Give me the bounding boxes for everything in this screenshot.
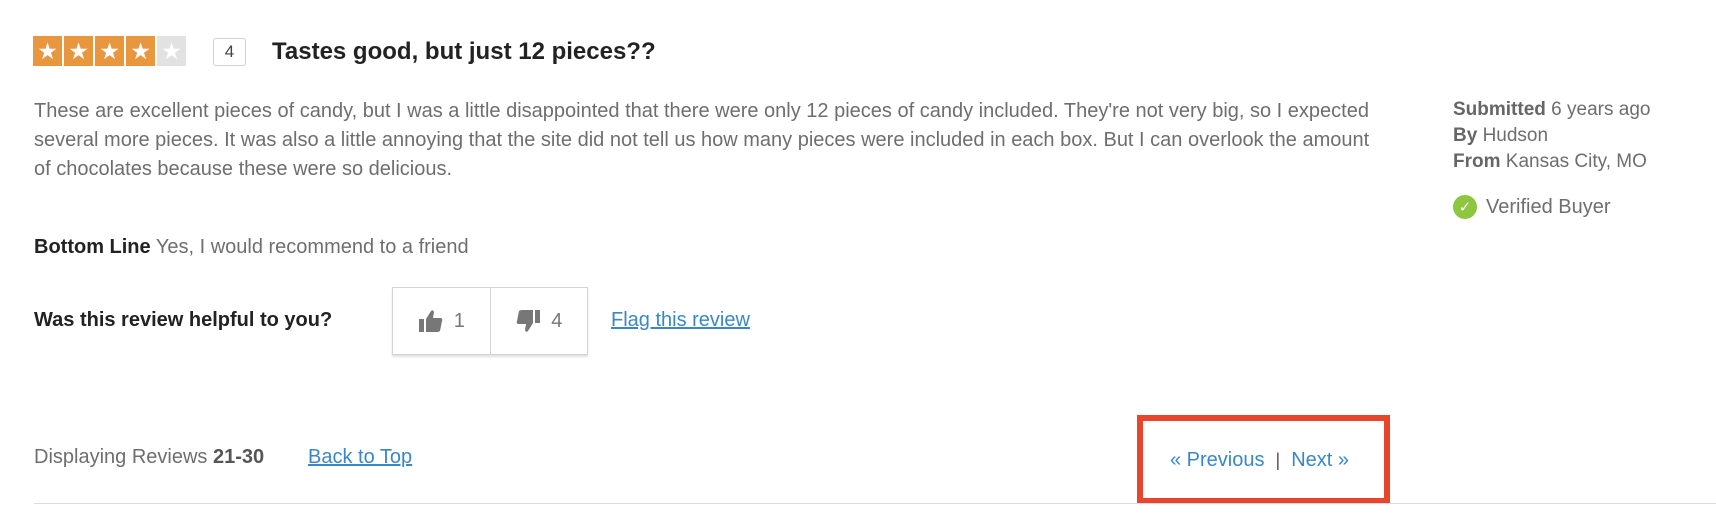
- star-filled-icon: ★: [95, 36, 124, 66]
- pagination-separator: |: [1275, 450, 1281, 470]
- divider: [34, 503, 1716, 504]
- next-page-link[interactable]: Next »: [1291, 449, 1349, 472]
- back-to-top-link[interactable]: Back to Top: [308, 446, 412, 469]
- helpful-question: Was this review helpful to you?: [34, 309, 333, 331]
- bottom-line: Bottom Line Yes, I would recommend to a …: [34, 236, 469, 259]
- review-title: Tastes good, but just 12 pieces??: [272, 38, 656, 65]
- helpful-yes-button[interactable]: 1: [393, 288, 490, 354]
- flag-review-link[interactable]: Flag this review: [611, 309, 750, 332]
- pagination: « Previous | Next »: [1170, 449, 1349, 472]
- location-row: From Kansas City, MO: [1453, 151, 1647, 172]
- bottom-line-value: Yes, I would recommend to a friend: [155, 236, 469, 258]
- thumbs-up-icon: [418, 310, 443, 332]
- review-body: These are excellent pieces of candy, but…: [34, 100, 1370, 180]
- check-circle-icon: ✓: [1453, 195, 1477, 219]
- star-empty-icon: ★: [157, 36, 186, 66]
- submitted-row: Submitted 6 years ago: [1453, 99, 1651, 120]
- star-rating: ★ ★ ★ ★ ★: [33, 36, 188, 66]
- star-filled-icon: ★: [33, 36, 62, 66]
- displaying-reviews: Displaying Reviews 21-30: [34, 446, 265, 468]
- previous-page-link[interactable]: « Previous: [1170, 449, 1265, 472]
- rating-value: 4: [213, 38, 246, 66]
- bottom-line-label: Bottom Line: [34, 236, 151, 258]
- review-meta: Submitted 6 years ago By Hudson From Kan…: [1453, 97, 1650, 175]
- star-filled-icon: ★: [64, 36, 93, 66]
- star-filled-icon: ★: [126, 36, 155, 66]
- author-row: By Hudson: [1453, 125, 1549, 146]
- helpful-vote-group: 1 4: [392, 287, 588, 355]
- helpful-no-button[interactable]: 4: [489, 288, 588, 354]
- verified-buyer-badge: ✓ Verified Buyer: [1453, 195, 1611, 219]
- thumbs-down-icon: [516, 310, 541, 332]
